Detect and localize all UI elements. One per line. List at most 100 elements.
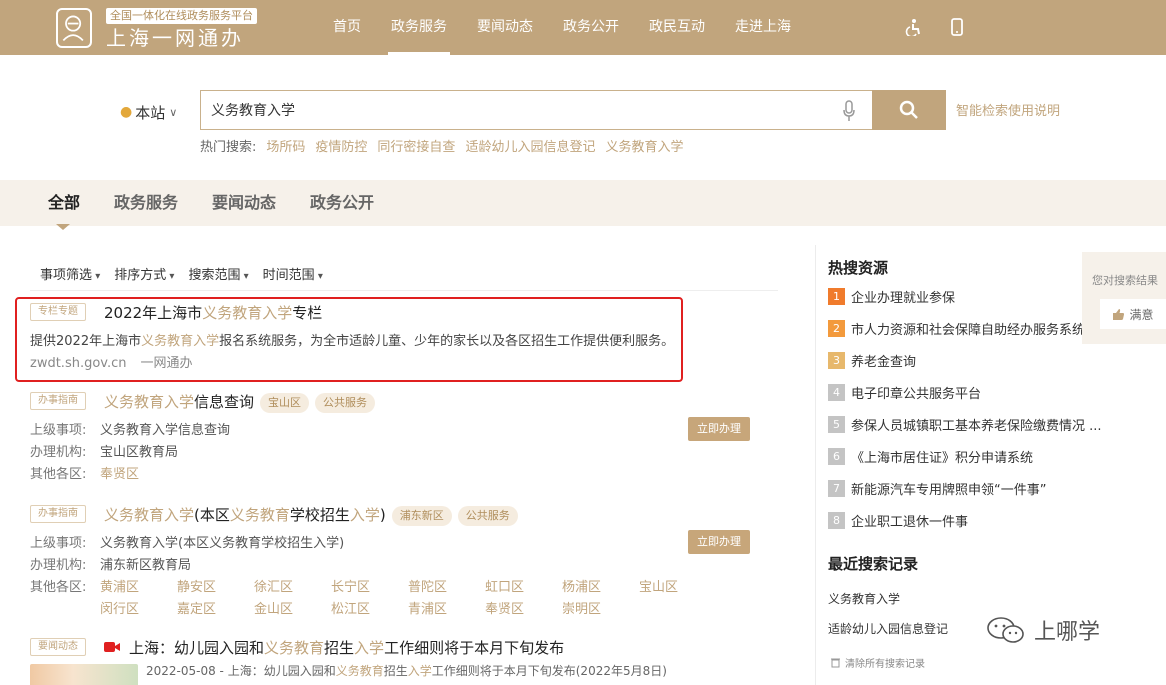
rank-badge: 4	[828, 383, 845, 401]
hot-resource-item[interactable]: 1 企业办理就业参保	[828, 286, 955, 306]
title-text: )	[379, 506, 386, 524]
apply-now-button[interactable]: 立即办理	[688, 530, 750, 554]
district-link[interactable]: 杨浦区	[562, 576, 601, 595]
district-link[interactable]: 青浦区	[408, 598, 447, 617]
meta-value: 宝山区教育局	[100, 445, 179, 460]
meta-key: 上级事项:	[30, 423, 87, 438]
filter-scope[interactable]: 搜索范围	[188, 264, 248, 283]
search-scope-label: 本站	[135, 103, 166, 122]
title-text: 上海：幼儿园入园和	[129, 639, 265, 657]
news-thumbnail[interactable]	[30, 664, 138, 685]
district-link[interactable]: 长宁区	[331, 576, 370, 595]
nav-about-shanghai[interactable]: 走进上海	[720, 0, 806, 55]
satisfied-label: 满意	[1129, 307, 1154, 322]
hot-resource-item[interactable]: 4 电子印章公共服务平台	[828, 382, 981, 402]
tab-gov-open[interactable]: 政务公开	[310, 180, 374, 226]
result-title-link[interactable]: 义务教育入学信息查询 宝山区 公共服务	[104, 391, 376, 413]
tab-gov-services[interactable]: 政务服务	[114, 180, 178, 226]
hot-term[interactable]: 场所码	[266, 136, 305, 155]
mobile-icon[interactable]	[948, 18, 966, 36]
result-tag: 办事指南	[30, 505, 86, 523]
nav-gov-open[interactable]: 政务公开	[548, 0, 634, 55]
apply-now-button[interactable]: 立即办理	[688, 417, 750, 441]
wechat-icon	[987, 617, 1024, 643]
hot-resource-item[interactable]: 2 市人力资源和社会保障自助经办服务系统	[828, 318, 1085, 338]
hot-resource-item[interactable]: 8 企业职工退休一件事	[828, 510, 968, 530]
search-input[interactable]	[201, 91, 801, 129]
title-highlight: 义务教育入学	[104, 393, 195, 411]
location-pin-icon: ●	[120, 104, 133, 120]
meta-key: 办理机构:	[30, 445, 87, 460]
hot-resource-label: 参保人员城镇职工基本养老保险缴费情况 ...	[851, 418, 1102, 434]
snippet-text: 2022-05-08 - 上海：幼儿园入园和	[146, 664, 336, 678]
hot-resource-label: 市人力资源和社会保障自助经办服务系统	[851, 322, 1086, 338]
district-link[interactable]: 徐汇区	[254, 576, 293, 595]
rank-badge: 5	[828, 415, 845, 433]
trash-icon	[831, 658, 840, 668]
filter-time[interactable]: 时间范围	[263, 264, 323, 283]
hot-term[interactable]: 同行密接自查	[377, 136, 455, 155]
district-link[interactable]: 奉贤区	[485, 598, 524, 617]
hot-term[interactable]: 义务教育入学	[605, 136, 683, 155]
district-link[interactable]: 崇明区	[562, 598, 601, 617]
hot-resource-item[interactable]: 6 《上海市居住证》积分申请系统	[828, 446, 1033, 466]
snippet-text: 招生	[383, 664, 408, 678]
district-link[interactable]: 虹口区	[485, 576, 524, 595]
hot-resource-label: 《上海市居住证》积分申请系统	[851, 450, 1034, 466]
nav-news[interactable]: 要闻动态	[462, 0, 548, 55]
nav-gov-services[interactable]: 政务服务	[376, 0, 462, 55]
hot-resource-item[interactable]: 5 参保人员城镇职工基本养老保险缴费情况 ...	[828, 414, 1102, 434]
logo-icon[interactable]	[56, 8, 92, 48]
filter-item-type[interactable]: 事项筛选	[40, 264, 100, 283]
district-link[interactable]: 闵行区	[100, 598, 139, 617]
watermark: 上哪学	[986, 614, 1100, 646]
hot-search-bar: 热门搜索: 场所码 疫情防控 同行密接自查 适龄幼儿入园信息登记 义务教育入学	[200, 136, 683, 155]
clear-history-button[interactable]: 清除所有搜索记录	[830, 655, 925, 670]
logo-subtitle: 全国一体化在线政务服务平台	[106, 8, 257, 24]
title-text: (本区	[194, 506, 230, 524]
result-title-link[interactable]: 义务教育入学(本区义务教育学校招生入学) 浦东新区 公共服务	[104, 504, 518, 526]
hot-resource-item[interactable]: 7 新能源汽车专用牌照申领“一件事”	[828, 478, 1046, 498]
tab-news[interactable]: 要闻动态	[212, 180, 276, 226]
microphone-icon[interactable]	[842, 100, 856, 122]
meta-key: 办理机构:	[30, 558, 87, 573]
rank-badge: 8	[828, 511, 845, 529]
result-title-link[interactable]: 上海：幼儿园入园和义务教育招生入学工作细则将于本月下旬发布	[129, 637, 564, 658]
news-snippet: 2022-05-08 - 上海：幼儿园入园和义务教育招生入学工作细则将于本月下旬…	[146, 662, 667, 679]
district-link[interactable]: 静安区	[177, 576, 216, 595]
main-nav: 首页 政务服务 要闻动态 政务公开 政民互动 走进上海	[318, 0, 806, 55]
district-link[interactable]: 松江区	[331, 598, 370, 617]
district-link[interactable]: 金山区	[254, 598, 293, 617]
divider	[30, 290, 778, 291]
filter-sort[interactable]: 排序方式	[114, 264, 174, 283]
district-link[interactable]: 普陀区	[408, 576, 447, 595]
accessibility-icon[interactable]	[904, 18, 922, 36]
site-title[interactable]: 上海一网通办	[106, 26, 244, 50]
search-button[interactable]	[872, 90, 946, 130]
meta-value: 义务教育入学(本区义务教育学校招生入学)	[100, 536, 345, 551]
search-icon	[899, 100, 918, 119]
title-highlight: 入学	[349, 506, 380, 524]
search-help-link[interactable]: 智能检索使用说明	[956, 100, 1060, 119]
district-link[interactable]: 嘉定区	[177, 598, 216, 617]
district-link[interactable]: 奉贤区	[100, 467, 139, 482]
hot-resource-item[interactable]: 3 养老金查询	[828, 350, 916, 370]
hot-resource-label: 新能源汽车专用牌照申领“一件事”	[851, 482, 1047, 498]
district-link[interactable]: 宝山区	[639, 576, 678, 595]
recent-searches-title: 最近搜索记录	[828, 555, 919, 573]
district-link[interactable]: 黄浦区	[100, 576, 139, 595]
tab-all[interactable]: 全部	[48, 180, 80, 230]
title-highlight: 入学	[354, 639, 385, 657]
result-tag: 要闻动态	[30, 638, 86, 656]
hot-term[interactable]: 疫情防控	[315, 136, 367, 155]
nav-home[interactable]: 首页	[318, 0, 376, 55]
rank-badge: 3	[828, 351, 845, 369]
hot-resource-label: 养老金查询	[851, 354, 917, 370]
hot-term[interactable]: 适龄幼儿入园信息登记	[465, 136, 595, 155]
recent-search-item[interactable]: 适龄幼儿入园信息登记	[828, 620, 948, 637]
search-scope-select[interactable]: ● 本站 ∨	[120, 100, 177, 124]
satisfied-button[interactable]: 满意	[1100, 299, 1166, 329]
meta-row: 其他各区: 奉贤区	[30, 463, 139, 482]
recent-search-item[interactable]: 义务教育入学	[828, 590, 900, 607]
nav-interaction[interactable]: 政民互动	[634, 0, 720, 55]
